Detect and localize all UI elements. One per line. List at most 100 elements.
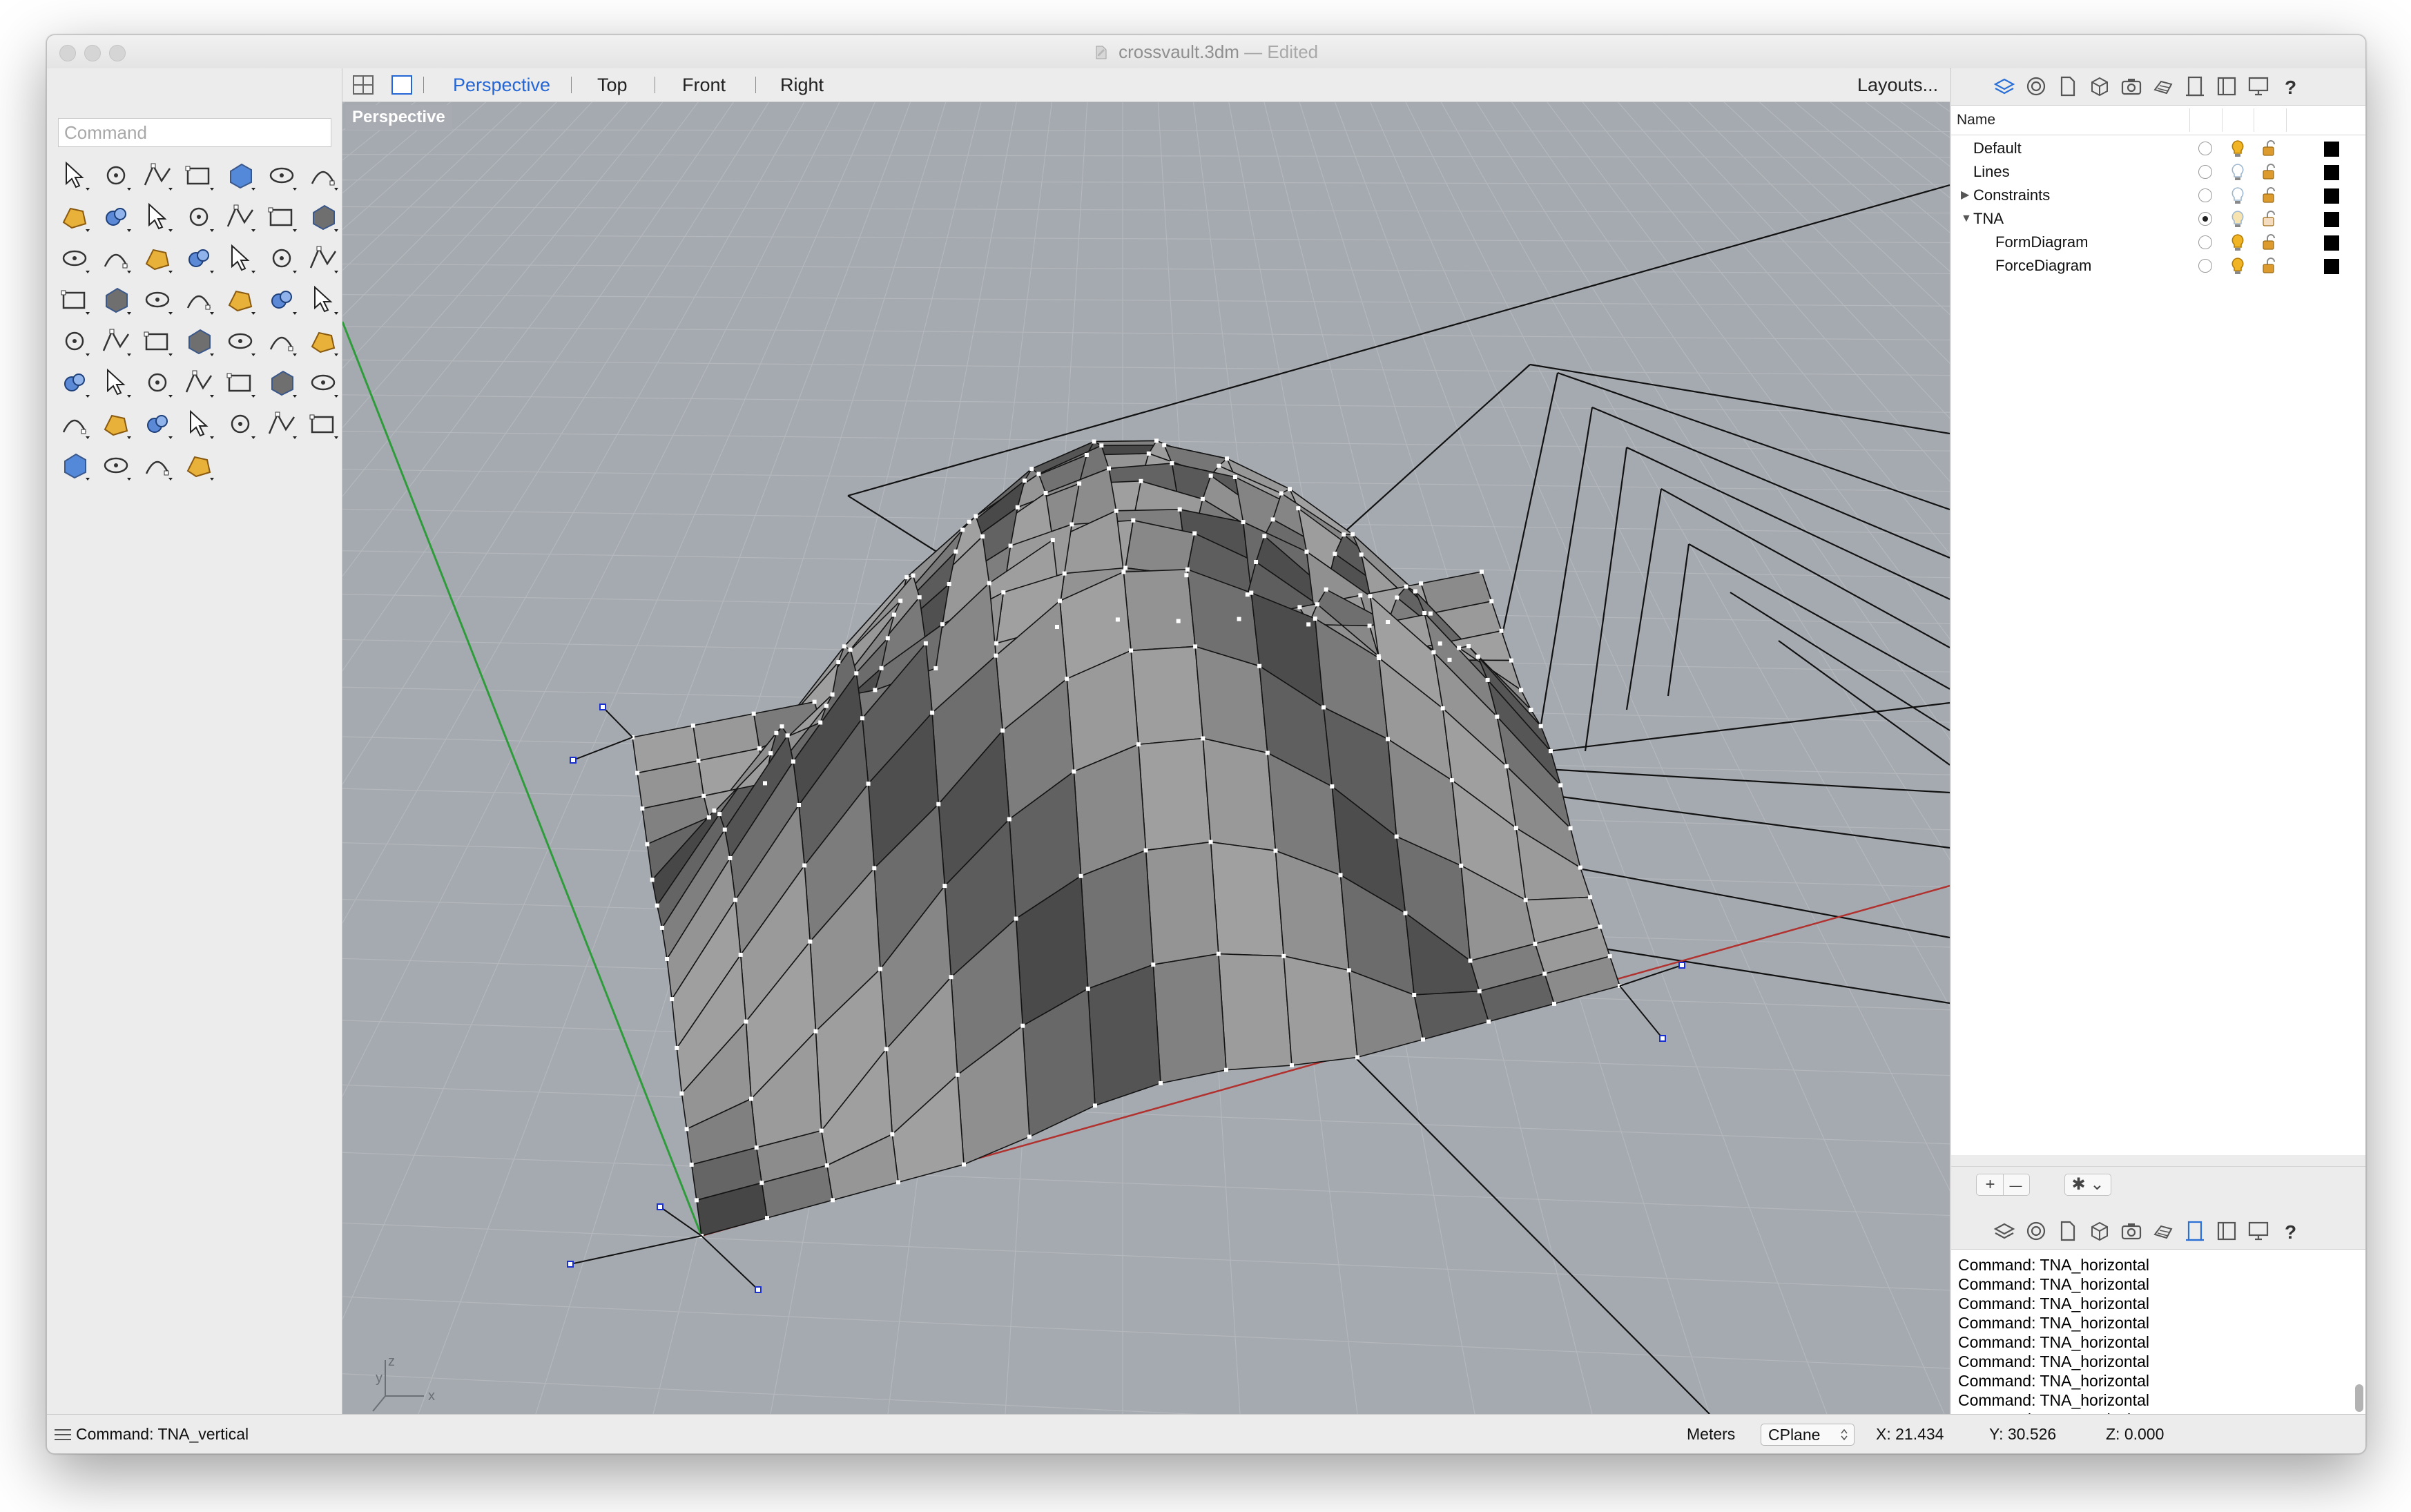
- surface-points-icon[interactable]: [180, 197, 218, 236]
- expand-triangle-icon[interactable]: ▶: [1961, 184, 1969, 207]
- viewport-canvas[interactable]: x y z: [342, 102, 1950, 1414]
- help-icon[interactable]: ?: [2278, 75, 2302, 98]
- extend-icon[interactable]: [221, 239, 260, 278]
- rectangle-icon[interactable]: [55, 197, 94, 236]
- zoom-selected-icon[interactable]: [221, 363, 260, 402]
- dimension-icon[interactable]: [97, 322, 135, 360]
- lock-icon[interactable]: [2260, 209, 2278, 229]
- lock-icon[interactable]: [180, 405, 218, 443]
- tab-right[interactable]: Right: [780, 68, 824, 101]
- curve-icon[interactable]: [180, 156, 218, 195]
- remove-layer-button[interactable]: —: [2004, 1175, 2028, 1196]
- texture-map-icon[interactable]: [55, 405, 94, 443]
- polygon-icon[interactable]: [97, 197, 135, 236]
- point-snap-icon[interactable]: [97, 405, 135, 443]
- layer-row[interactable]: FormDiagram: [1951, 231, 2365, 254]
- layer-color-swatch[interactable]: [2324, 188, 2339, 204]
- lock-icon[interactable]: [2260, 162, 2278, 182]
- project-icon[interactable]: [304, 280, 342, 319]
- globe-wire-icon[interactable]: [304, 405, 342, 443]
- cylinder-icon[interactable]: [55, 239, 94, 278]
- command-input[interactable]: [58, 118, 331, 147]
- properties-icon[interactable]: [2024, 75, 2048, 98]
- select-arrow-icon[interactable]: [55, 156, 94, 195]
- tab-front[interactable]: Front: [682, 68, 726, 101]
- layer-color-swatch[interactable]: [2324, 259, 2339, 274]
- layer-options-button[interactable]: ✱ ⌄: [2064, 1174, 2111, 1196]
- object-icon[interactable]: [2088, 1219, 2111, 1243]
- current-layer-radio[interactable]: [2198, 259, 2212, 273]
- paint-bucket-icon[interactable]: [55, 363, 94, 402]
- ellipse-icon[interactable]: [262, 156, 301, 195]
- check-icon[interactable]: [262, 322, 301, 360]
- layer-color-swatch[interactable]: [2324, 165, 2339, 180]
- layer-row[interactable]: Lines: [1951, 160, 2365, 184]
- lightbulb-icon[interactable]: [2229, 139, 2247, 158]
- current-layer-radio[interactable]: [2198, 142, 2212, 155]
- layouts-button[interactable]: Layouts...: [1857, 68, 1938, 101]
- render-sphere-icon[interactable]: [97, 446, 135, 485]
- layers-icon[interactable]: [1993, 75, 2016, 98]
- lightbulb-icon[interactable]: [2229, 209, 2247, 229]
- curve-tool-icon[interactable]: [97, 280, 135, 319]
- add-layer-button[interactable]: +: [1978, 1174, 2004, 1195]
- rotate-view-icon[interactable]: [262, 363, 301, 402]
- scale-icon[interactable]: [221, 280, 260, 319]
- layers-icon[interactable]: [1993, 1219, 2016, 1243]
- text-icon[interactable]: [180, 280, 218, 319]
- split-icon[interactable]: [262, 239, 301, 278]
- document-icon[interactable]: [2056, 1219, 2080, 1243]
- box-icon[interactable]: [262, 197, 301, 236]
- gear-icon[interactable]: [138, 239, 177, 278]
- point-icon[interactable]: [97, 156, 135, 195]
- layer-color-swatch[interactable]: [2324, 142, 2339, 157]
- explode-icon[interactable]: [180, 239, 218, 278]
- zoom-extents-icon[interactable]: [180, 363, 218, 402]
- plane-icon[interactable]: [97, 239, 135, 278]
- zoom-window-icon[interactable]: [138, 363, 177, 402]
- layer-row[interactable]: ▼ TNA: [1951, 207, 2365, 231]
- object-icon[interactable]: [2088, 75, 2111, 98]
- panel-icon[interactable]: [2215, 1219, 2238, 1243]
- tab-top[interactable]: Top: [597, 68, 628, 101]
- surface-edit-icon[interactable]: [221, 322, 260, 360]
- polyline-icon[interactable]: [138, 156, 177, 195]
- layer-row[interactable]: Default: [1951, 137, 2365, 160]
- name-column-header[interactable]: Name: [1957, 106, 1995, 135]
- panel-icon[interactable]: [2215, 75, 2238, 98]
- layer-color-swatch[interactable]: [2324, 212, 2339, 227]
- lock-icon[interactable]: [2260, 256, 2278, 275]
- lightbulb-icon[interactable]: [2229, 256, 2247, 275]
- units-label[interactable]: Meters: [1687, 1415, 1735, 1453]
- circle-icon[interactable]: [221, 156, 260, 195]
- hamburger-icon[interactable]: [54, 1428, 72, 1441]
- materials-icon[interactable]: [2151, 75, 2175, 98]
- lock-icon[interactable]: [2260, 139, 2278, 158]
- camera-icon[interactable]: [2120, 75, 2143, 98]
- sphere-color-icon[interactable]: [304, 239, 342, 278]
- car-icon[interactable]: [304, 363, 342, 402]
- display-icon[interactable]: [2247, 1219, 2270, 1243]
- boolean-icon[interactable]: [304, 197, 342, 236]
- layer-row[interactable]: ▶ Constraints: [1951, 184, 2365, 207]
- cplane-select[interactable]: CPlane: [1761, 1424, 1855, 1446]
- lightbulb-icon[interactable]: [2229, 162, 2247, 182]
- four-viewports-button[interactable]: [352, 74, 374, 96]
- lightbulb-icon[interactable]: [2229, 186, 2247, 205]
- blend-icon[interactable]: [138, 280, 177, 319]
- collapse-triangle-icon[interactable]: ▼: [1961, 207, 1972, 231]
- properties-icon[interactable]: [2024, 1219, 2048, 1243]
- display-icon[interactable]: [2247, 75, 2270, 98]
- zoom-icon[interactable]: [97, 363, 135, 402]
- dimension-tool-icon[interactable]: [180, 446, 218, 485]
- history-scrollbar[interactable]: [2355, 1384, 2363, 1412]
- pencil-icon[interactable]: [138, 446, 177, 485]
- print-icon[interactable]: [2183, 1219, 2207, 1243]
- color-flag-icon[interactable]: [221, 405, 260, 443]
- tab-perspective[interactable]: Perspective: [453, 68, 550, 101]
- layer-row[interactable]: ForceDiagram: [1951, 254, 2365, 278]
- color-wheel-icon[interactable]: [262, 405, 301, 443]
- help-icon[interactable]: ?: [2278, 1219, 2302, 1243]
- current-layer-radio[interactable]: [2198, 188, 2212, 202]
- lightbulb-icon[interactable]: [2229, 233, 2247, 252]
